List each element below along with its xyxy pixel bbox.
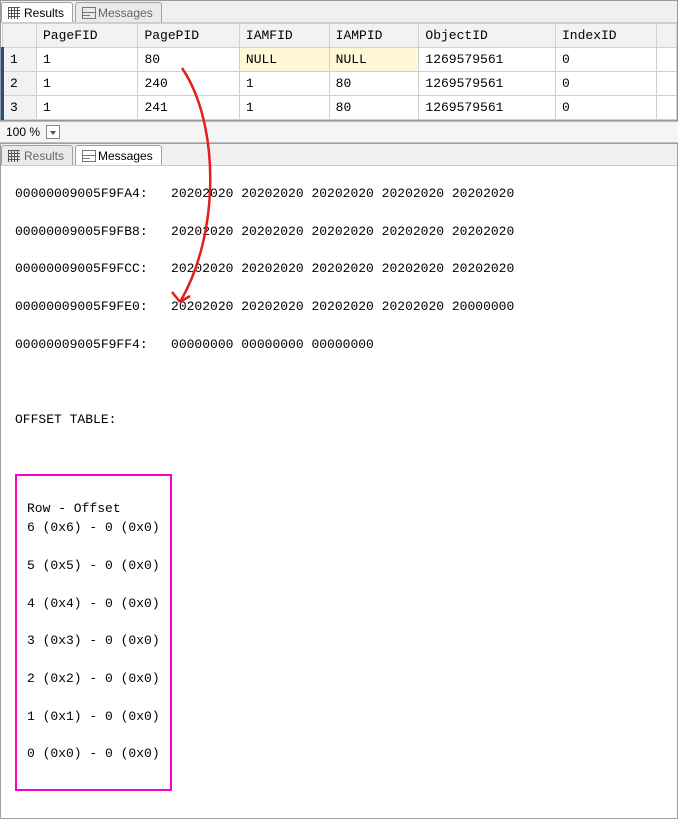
cell[interactable]: 1 <box>239 72 329 96</box>
messages-icon <box>82 150 94 162</box>
tab-messages-bottom[interactable]: Messages <box>75 145 162 165</box>
cell[interactable]: 0 <box>555 48 656 72</box>
row-number[interactable]: 1 <box>3 48 37 72</box>
hex-line: 00000009005F9FB8: 20202020 20202020 2020… <box>15 223 663 242</box>
top-tabbar: Results Messages <box>1 1 677 23</box>
cell[interactable]: 240 <box>138 72 239 96</box>
zoom-dropdown[interactable] <box>46 125 60 139</box>
table-row[interactable]: 1 1 80 NULL NULL 1269579561 0 <box>3 48 677 72</box>
cell[interactable]: 1 <box>37 48 138 72</box>
row-number[interactable]: 3 <box>3 96 37 120</box>
hex-line: 00000009005F9FCC: 20202020 20202020 2020… <box>15 260 663 279</box>
table-row[interactable]: 3 1 241 1 80 1269579561 0 <box>3 96 677 120</box>
col-pagepid[interactable]: PagePID <box>138 24 239 48</box>
cell[interactable]: 80 <box>138 48 239 72</box>
row-number[interactable]: 2 <box>3 72 37 96</box>
cell-filler <box>657 48 677 72</box>
cell[interactable]: 1269579561 <box>419 72 556 96</box>
offset-table-box: Row - Offset 6 (0x6) - 0 (0x0) 5 (0x5) -… <box>15 474 172 792</box>
col-iamfid[interactable]: IAMFID <box>239 24 329 48</box>
grid-icon <box>8 7 20 19</box>
messages-output[interactable]: 00000009005F9FA4: 20202020 20202020 2020… <box>1 166 677 818</box>
offset-title: OFFSET TABLE: <box>15 412 116 427</box>
cell[interactable]: 0 <box>555 72 656 96</box>
tab-results-label: Results <box>24 149 64 163</box>
hex-line: 00000009005F9FE0: 20202020 20202020 2020… <box>15 298 663 317</box>
hex-line: 00000009005F9FF4: 00000000 00000000 0000… <box>15 336 663 355</box>
offset-row: 5 (0x5) - 0 (0x0) <box>27 557 160 576</box>
cell[interactable]: 241 <box>138 96 239 120</box>
tab-results-bottom[interactable]: Results <box>1 145 73 165</box>
cell[interactable]: 1 <box>37 72 138 96</box>
cell[interactable]: 1269579561 <box>419 48 556 72</box>
cell-filler <box>657 96 677 120</box>
col-pagefid[interactable]: PageFID <box>37 24 138 48</box>
offset-row: 1 (0x1) - 0 (0x0) <box>27 708 160 727</box>
col-iampid[interactable]: IAMPID <box>329 24 419 48</box>
grid-icon <box>8 150 20 162</box>
tab-messages-top[interactable]: Messages <box>75 2 162 22</box>
grid-corner <box>3 24 37 48</box>
offset-row: 4 (0x4) - 0 (0x0) <box>27 595 160 614</box>
col-indexid[interactable]: IndexID <box>555 24 656 48</box>
offset-header: Row - Offset <box>27 501 121 516</box>
cell-null[interactable]: NULL <box>329 48 419 72</box>
cell-null[interactable]: NULL <box>239 48 329 72</box>
offset-row: 6 (0x6) - 0 (0x0) <box>27 519 160 538</box>
tab-results-label: Results <box>24 6 64 20</box>
messages-icon <box>82 7 94 19</box>
tab-messages-label: Messages <box>98 149 153 163</box>
cell[interactable]: 80 <box>329 72 419 96</box>
table-row[interactable]: 2 1 240 1 80 1269579561 0 <box>3 72 677 96</box>
tab-messages-label: Messages <box>98 6 153 20</box>
cell[interactable]: 0 <box>555 96 656 120</box>
cell[interactable]: 1 <box>37 96 138 120</box>
bottom-tabbar: Results Messages <box>1 144 677 166</box>
results-grid[interactable]: PageFID PagePID IAMFID IAMPID ObjectID I… <box>1 23 677 120</box>
zoom-label: 100 % <box>6 125 40 139</box>
cell[interactable]: 1269579561 <box>419 96 556 120</box>
col-filler <box>657 24 677 48</box>
hex-line: 00000009005F9FA4: 20202020 20202020 2020… <box>15 185 663 204</box>
offset-row: 3 (0x3) - 0 (0x0) <box>27 632 160 651</box>
tab-results-top[interactable]: Results <box>1 2 73 22</box>
col-objectid[interactable]: ObjectID <box>419 24 556 48</box>
offset-row: 2 (0x2) - 0 (0x0) <box>27 670 160 689</box>
zoom-bar: 100 % <box>0 121 678 143</box>
cell[interactable]: 1 <box>239 96 329 120</box>
cell[interactable]: 80 <box>329 96 419 120</box>
offset-row: 0 (0x0) - 0 (0x0) <box>27 745 160 764</box>
cell-filler <box>657 72 677 96</box>
